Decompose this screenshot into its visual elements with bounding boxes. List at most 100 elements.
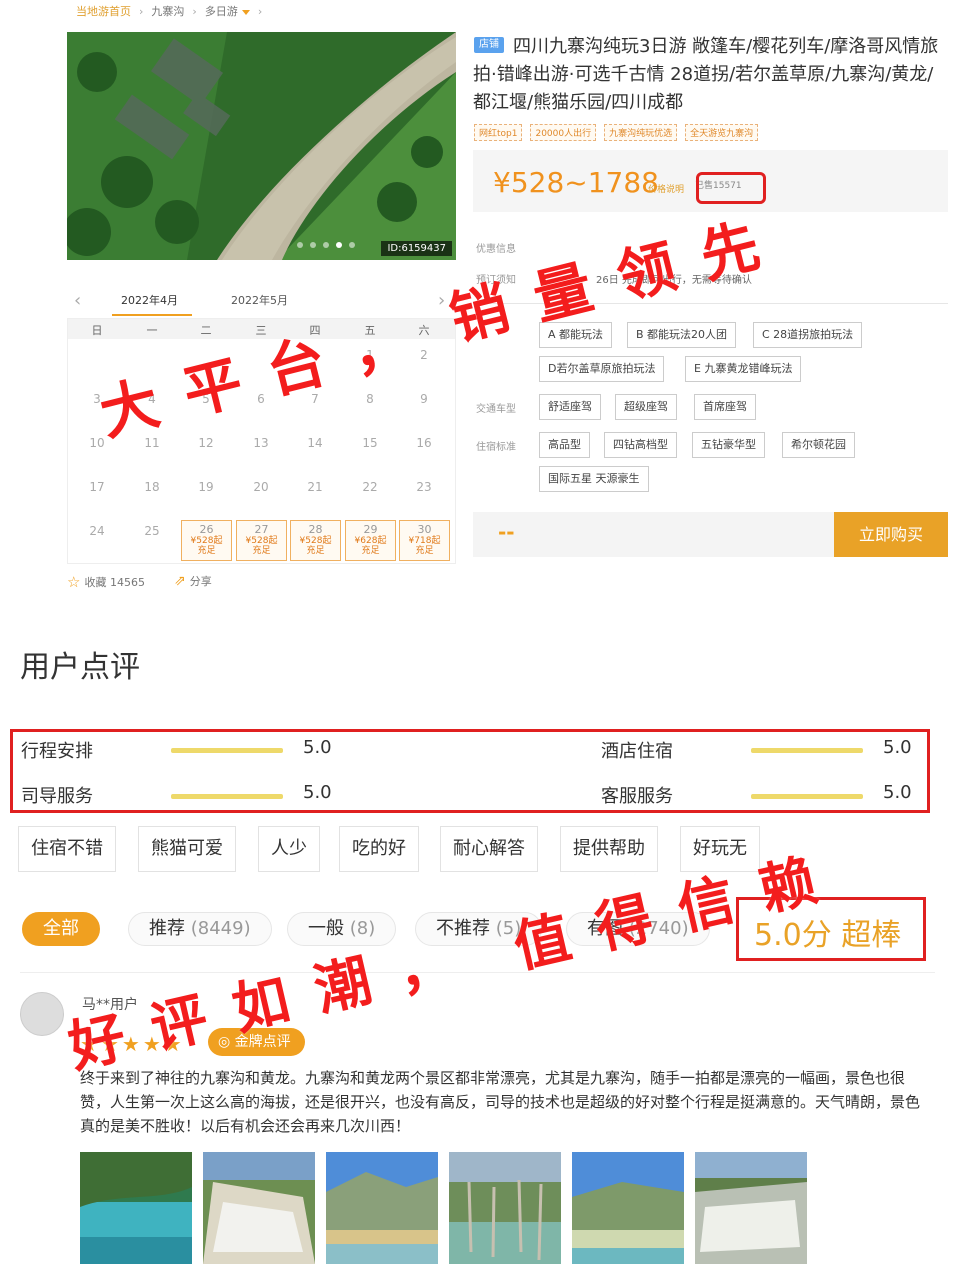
product-tags: 网红top1 20000人出行 九寨沟纯玩优选 全天游览九寨沟 bbox=[474, 124, 759, 141]
review-photo[interactable] bbox=[203, 1152, 315, 1264]
review-keyword[interactable]: 提供帮助 bbox=[560, 826, 658, 872]
hotel-option[interactable]: 希尔顿花园 bbox=[782, 432, 855, 458]
day-number: 29 bbox=[363, 523, 378, 536]
day-number: 28 bbox=[308, 523, 323, 536]
carousel-dot[interactable] bbox=[310, 242, 316, 248]
day-stock: 充足 bbox=[197, 546, 216, 556]
filter-recommend[interactable]: 推荐 (8449) bbox=[128, 912, 272, 946]
rating-value: 5.0 bbox=[883, 737, 912, 758]
weekday-label: 一 bbox=[146, 324, 158, 337]
filter-label: 全部 bbox=[43, 918, 79, 939]
calendar-day: 22 bbox=[362, 480, 378, 494]
calendar-price-day[interactable]: 28 ¥528起 充足 bbox=[290, 520, 341, 561]
plan-option[interactable]: E 九寨黄龙错峰玩法 bbox=[685, 356, 802, 382]
product-tag: 20000人出行 bbox=[530, 124, 597, 141]
calendar-day: 25 bbox=[144, 524, 160, 538]
calendar-month-tab-active[interactable]: 2022年4月 bbox=[121, 292, 178, 308]
calendar-price-day[interactable]: 27 ¥528起 充足 bbox=[236, 520, 287, 561]
calendar-prev-icon[interactable]: ‹ bbox=[74, 290, 81, 311]
rating-value: 5.0 bbox=[303, 737, 332, 758]
day-number: 26 bbox=[199, 523, 214, 536]
review-keyword[interactable]: 熊猫可爱 bbox=[138, 826, 236, 872]
day-price: ¥528起 bbox=[299, 536, 332, 546]
calendar-price-day[interactable]: 29 ¥628起 充足 bbox=[345, 520, 396, 561]
caret-down-icon bbox=[241, 9, 250, 15]
slogan-reviews: 好评如潮， bbox=[62, 923, 487, 1082]
avatar[interactable] bbox=[20, 992, 64, 1036]
transport-option[interactable]: 超级座驾 bbox=[615, 394, 677, 420]
rating-bar bbox=[171, 748, 283, 753]
review-text: 终于来到了神往的九寨沟和黄龙。九寨沟和黄龙两个景区都非常漂亮，尤其是九寨沟，随手… bbox=[80, 1069, 921, 1135]
calendar-day: 23 bbox=[416, 480, 432, 494]
buy-now-button[interactable]: 立即购买 bbox=[834, 512, 948, 557]
selected-price: -- bbox=[498, 520, 515, 544]
filter-count: (8449) bbox=[190, 918, 251, 939]
price-range: ¥528~1788 bbox=[493, 166, 659, 199]
calendar-day: 13 bbox=[253, 436, 269, 450]
slogan-sales-lead: 销量领先 bbox=[443, 204, 794, 354]
plan-option[interactable]: C 28道拐旅拍玩法 bbox=[753, 322, 863, 348]
breadcrumb-dest-link[interactable]: 九寨沟 bbox=[151, 3, 184, 19]
star-outline-icon: ☆ bbox=[67, 573, 81, 591]
share-label: 分享 bbox=[189, 575, 212, 588]
calendar-day: 9 bbox=[420, 392, 428, 406]
review-photo[interactable] bbox=[449, 1152, 561, 1264]
calendar-day: 24 bbox=[89, 524, 105, 538]
carousel-dot-active[interactable] bbox=[336, 242, 342, 248]
calendar-month-tab[interactable]: 2022年5月 bbox=[231, 292, 288, 308]
carousel-dot[interactable] bbox=[323, 242, 329, 248]
rating-bar bbox=[171, 794, 283, 799]
carousel-dot[interactable] bbox=[297, 242, 303, 248]
transport-option[interactable]: 首席座驾 bbox=[694, 394, 756, 420]
transport-option[interactable]: 舒适座驾 bbox=[539, 394, 601, 420]
filter-all[interactable]: 全部 bbox=[22, 912, 100, 946]
rating-bar bbox=[751, 794, 863, 799]
hotel-option[interactable]: 四钻高档型 bbox=[604, 432, 677, 458]
plan-option[interactable]: B 都能玩法20人团 bbox=[627, 322, 737, 348]
review-photo[interactable] bbox=[695, 1152, 807, 1264]
chevron-right-icon: › bbox=[257, 4, 263, 18]
day-number: 27 bbox=[254, 523, 269, 536]
breadcrumb-category-link[interactable]: 多日游 bbox=[205, 3, 250, 19]
chevron-right-icon: › bbox=[139, 4, 144, 18]
rating-label: 客服服务 bbox=[601, 786, 673, 807]
review-photo[interactable] bbox=[326, 1152, 438, 1264]
day-price: ¥528起 bbox=[245, 536, 278, 546]
reviews-title: 用户点评 bbox=[20, 650, 140, 685]
carousel-dots bbox=[297, 242, 355, 248]
calendar-day: 17 bbox=[89, 480, 105, 494]
product-hero-image[interactable]: ID:6159437 bbox=[67, 32, 456, 260]
rating-label: 酒店住宿 bbox=[601, 741, 673, 762]
review-keyword[interactable]: 人少 bbox=[258, 826, 320, 872]
hotel-label: 住宿标准 bbox=[476, 442, 516, 453]
day-stock: 充足 bbox=[361, 546, 380, 556]
rating-bar bbox=[751, 748, 863, 753]
share-icon: ⇗ bbox=[174, 573, 186, 589]
calendar-day: 16 bbox=[416, 436, 432, 450]
hotel-option[interactable]: 五钻豪华型 bbox=[692, 432, 765, 458]
plan-option[interactable]: D若尔盖草原旅拍玩法 bbox=[539, 356, 665, 382]
day-price: ¥528起 bbox=[190, 536, 223, 546]
favorite-button[interactable]: ☆ 收藏 14565 bbox=[67, 573, 145, 591]
calendar-day: 20 bbox=[253, 480, 269, 494]
product-tag: 九寨沟纯玩优选 bbox=[604, 124, 678, 141]
rating-value: 5.0 bbox=[883, 782, 912, 803]
review-keyword[interactable]: 耐心解答 bbox=[440, 826, 538, 872]
share-button[interactable]: ⇗ 分享 bbox=[174, 573, 212, 589]
hotel-option[interactable]: 高品型 bbox=[539, 432, 590, 458]
rating-label: 行程安排 bbox=[21, 741, 93, 762]
breadcrumb-home-link[interactable]: 当地游首页 bbox=[76, 3, 131, 19]
image-id-label: ID:6159437 bbox=[381, 241, 452, 256]
calendar-price-day[interactable]: 26 ¥528起 充足 bbox=[181, 520, 232, 561]
calendar-price-day[interactable]: 30 ¥718起 充足 bbox=[399, 520, 450, 561]
review-keyword[interactable]: 住宿不错 bbox=[18, 826, 116, 872]
ratings-highlight-box: 行程安排 5.0 酒店住宿 5.0 司导服务 5.0 客服服务 5.0 bbox=[10, 729, 930, 813]
carousel-dot[interactable] bbox=[349, 242, 355, 248]
price-note-link[interactable]: 价格说明 bbox=[648, 182, 684, 195]
review-keyword[interactable]: 吃的好 bbox=[339, 826, 419, 872]
review-photo[interactable] bbox=[80, 1152, 192, 1264]
day-number: 30 bbox=[417, 523, 432, 536]
review-photo[interactable] bbox=[572, 1152, 684, 1264]
calendar-day: 19 bbox=[198, 480, 214, 494]
hotel-option[interactable]: 国际五星 天源豪生 bbox=[539, 466, 649, 492]
